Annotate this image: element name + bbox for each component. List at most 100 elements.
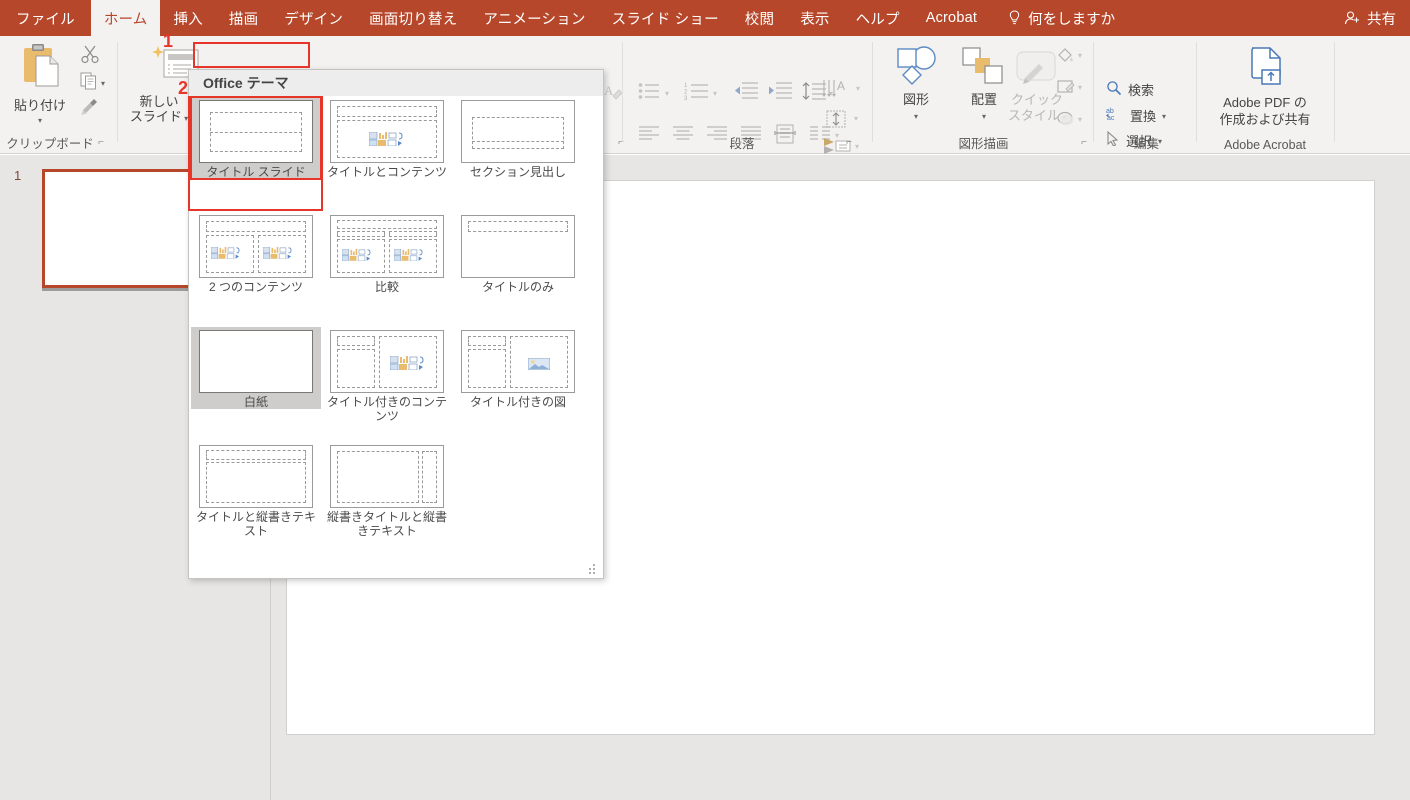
quick-styles-icon: [1013, 50, 1061, 95]
group-separator: [1093, 42, 1094, 142]
callout-badge-1: 1: [163, 31, 174, 51]
tab-help[interactable]: ヘルプ: [843, 0, 913, 36]
quick-styles-line2: スタイル: [1007, 108, 1060, 123]
shape-fill-icon[interactable]: [1056, 46, 1076, 69]
share-label: 共有: [1367, 11, 1396, 28]
layout-item-two-content[interactable]: 2 つのコンテンツ: [191, 212, 321, 294]
shapes-caret-icon[interactable]: ▾: [876, 112, 956, 121]
content-placeholder-icon: [393, 248, 426, 262]
shape-effects-caret-icon[interactable]: ▾: [1078, 115, 1082, 124]
ribbon-tab-bar: ファイル ホーム 挿入 描画 デザイン 画面切り替え アニメーション スライド …: [0, 0, 1410, 36]
layout-thumb-title-vertical-text: [199, 445, 313, 508]
tab-acrobat[interactable]: Acrobat: [913, 0, 990, 36]
paste-dropdown-caret[interactable]: ▾: [2, 116, 78, 125]
dropdown-resize-grip[interactable]: [589, 564, 598, 574]
layout-thumb-section-header: [461, 100, 575, 163]
align-text-caret-icon[interactable]: ▾: [854, 114, 858, 123]
tab-review[interactable]: 校閲: [732, 0, 787, 36]
bullets-icon[interactable]: [638, 82, 660, 105]
paragraph-group-title: 段落: [729, 137, 755, 151]
replace-caret-icon[interactable]: ▾: [1162, 112, 1166, 121]
layout-item-title-content[interactable]: タイトルとコンテンツ: [322, 97, 452, 179]
content-placeholder-icon: [368, 131, 407, 147]
shape-outline-caret-icon[interactable]: ▾: [1078, 83, 1082, 92]
shape-fill-caret-icon[interactable]: ▾: [1078, 51, 1082, 60]
arrange-icon[interactable]: [961, 46, 1005, 91]
layout-thumb-title-only: [461, 215, 575, 278]
replace-icon: ab ac: [1106, 106, 1124, 127]
tab-slideshow[interactable]: スライド ショー: [599, 0, 732, 36]
layout-caption: セクション見出し: [469, 165, 566, 179]
arrange-caret-icon[interactable]: ▾: [954, 112, 1014, 121]
shapes-icon[interactable]: [888, 44, 944, 93]
tell-me-box[interactable]: 何をしますか: [990, 0, 1127, 36]
tab-design[interactable]: デザイン: [271, 0, 356, 36]
layout-caption: タイトル スライド: [206, 165, 306, 179]
replace-button[interactable]: ab ac 置換 ▾: [1106, 106, 1166, 127]
ribbon-group-acrobat: Adobe PDF の 作成および共有 Adobe Acrobat: [1200, 36, 1330, 154]
layout-item-blank[interactable]: 白紙: [191, 327, 321, 409]
tab-transitions[interactable]: 画面切り替え: [356, 0, 470, 36]
paragraph-dialog-launcher[interactable]: ⌐: [842, 136, 856, 150]
content-placeholder-icon: [341, 248, 374, 262]
svg-text:A: A: [837, 79, 845, 93]
layout-item-section-header[interactable]: セクション見出し: [453, 97, 583, 179]
text-direction-caret-icon[interactable]: ▾: [856, 84, 860, 93]
increase-indent-icon[interactable]: [768, 82, 792, 105]
svg-text:A: A: [604, 83, 614, 98]
ribbon-group-clipboard: 貼り付け ▾ ▾ クリップボード ⌐: [0, 36, 116, 154]
callout-badge-2: 2: [178, 78, 189, 98]
cut-icon[interactable]: [80, 44, 100, 64]
group-separator: [622, 42, 623, 142]
numbering-caret-icon[interactable]: ▾: [713, 89, 717, 98]
ribbon-group-editing: 検索 ab ac 置換 ▾ 選択 ▾ 編集: [1098, 36, 1195, 154]
layout-item-title-vertical-text[interactable]: タイトルと縦書きテキスト: [191, 442, 321, 538]
layout-caption: タイトル付きの図: [469, 395, 566, 409]
group-separator: [1196, 42, 1197, 142]
layout-thumb-two-content: [199, 215, 313, 278]
tab-animations[interactable]: アニメーション: [470, 0, 598, 36]
ribbon-group-paragraph: ▾ 123 ▾ ▾ ▾ A ▾ ▾ ▾ 段落 ⌐: [626, 36, 860, 154]
tab-view[interactable]: 表示: [787, 0, 842, 36]
layout-thumb-blank: [199, 330, 313, 393]
shape-effects-icon[interactable]: [1056, 110, 1076, 133]
share-person-icon: [1344, 10, 1361, 27]
layout-caption: タイトルと縦書きテキスト: [195, 510, 316, 538]
layout-item-vertical-title-text[interactable]: 縦書きタイトルと縦書きテキスト: [322, 442, 452, 538]
copy-icon[interactable]: [80, 72, 98, 90]
decrease-indent-icon[interactable]: [734, 82, 758, 105]
align-text-icon[interactable]: [825, 108, 849, 135]
paste-icon[interactable]: [20, 42, 62, 95]
content-placeholder-icon: [389, 355, 428, 371]
layout-thumb-title-slide: [199, 100, 313, 163]
layout-item-content-with-caption[interactable]: タイトル付きのコンテンツ: [322, 327, 452, 423]
layout-thumb-title-content: [330, 100, 444, 163]
tab-home[interactable]: ホーム: [90, 0, 161, 36]
layout-item-comparison[interactable]: 比較: [322, 212, 452, 294]
find-button[interactable]: 検索: [1106, 80, 1154, 101]
new-slide-label-line2: スライド: [129, 109, 182, 124]
layout-thumb-comparison: [330, 215, 444, 278]
new-slide-label: 新しい スライド ▾: [120, 94, 198, 126]
layout-thumb-content-with-caption: [330, 330, 444, 393]
clipboard-dialog-launcher[interactable]: ⌐: [94, 136, 108, 150]
drawing-dialog-launcher[interactable]: ⌐: [1077, 136, 1091, 150]
share-button[interactable]: 共有: [1344, 0, 1396, 36]
format-painter-icon[interactable]: [80, 98, 100, 118]
drawing-group-title: 図形描画: [958, 137, 1009, 151]
tab-draw[interactable]: 描画: [216, 0, 271, 36]
layout-item-picture-with-caption[interactable]: タイトル付きの図: [453, 327, 583, 409]
shape-outline-icon[interactable]: [1056, 78, 1076, 101]
bullets-caret-icon[interactable]: ▾: [665, 89, 669, 98]
tab-file[interactable]: ファイル: [0, 0, 91, 36]
layout-caption: 2 つのコンテンツ: [208, 280, 303, 294]
layout-item-title-slide[interactable]: タイトル スライド: [190, 96, 322, 180]
copy-dropdown-caret[interactable]: ▾: [101, 79, 105, 88]
create-pdf-icon[interactable]: [1244, 46, 1288, 95]
layout-dropdown[interactable]: Office テーマ タイトル スライド タイトルとコンテンツ セクション見出し…: [188, 69, 604, 579]
create-pdf-label: Adobe PDF の 作成および共有: [1200, 94, 1330, 128]
layout-thumb-picture-with-caption: [461, 330, 575, 393]
numbering-icon[interactable]: 123: [684, 82, 708, 105]
text-direction-icon[interactable]: A: [821, 78, 851, 105]
layout-item-title-only[interactable]: タイトルのみ: [453, 212, 583, 294]
